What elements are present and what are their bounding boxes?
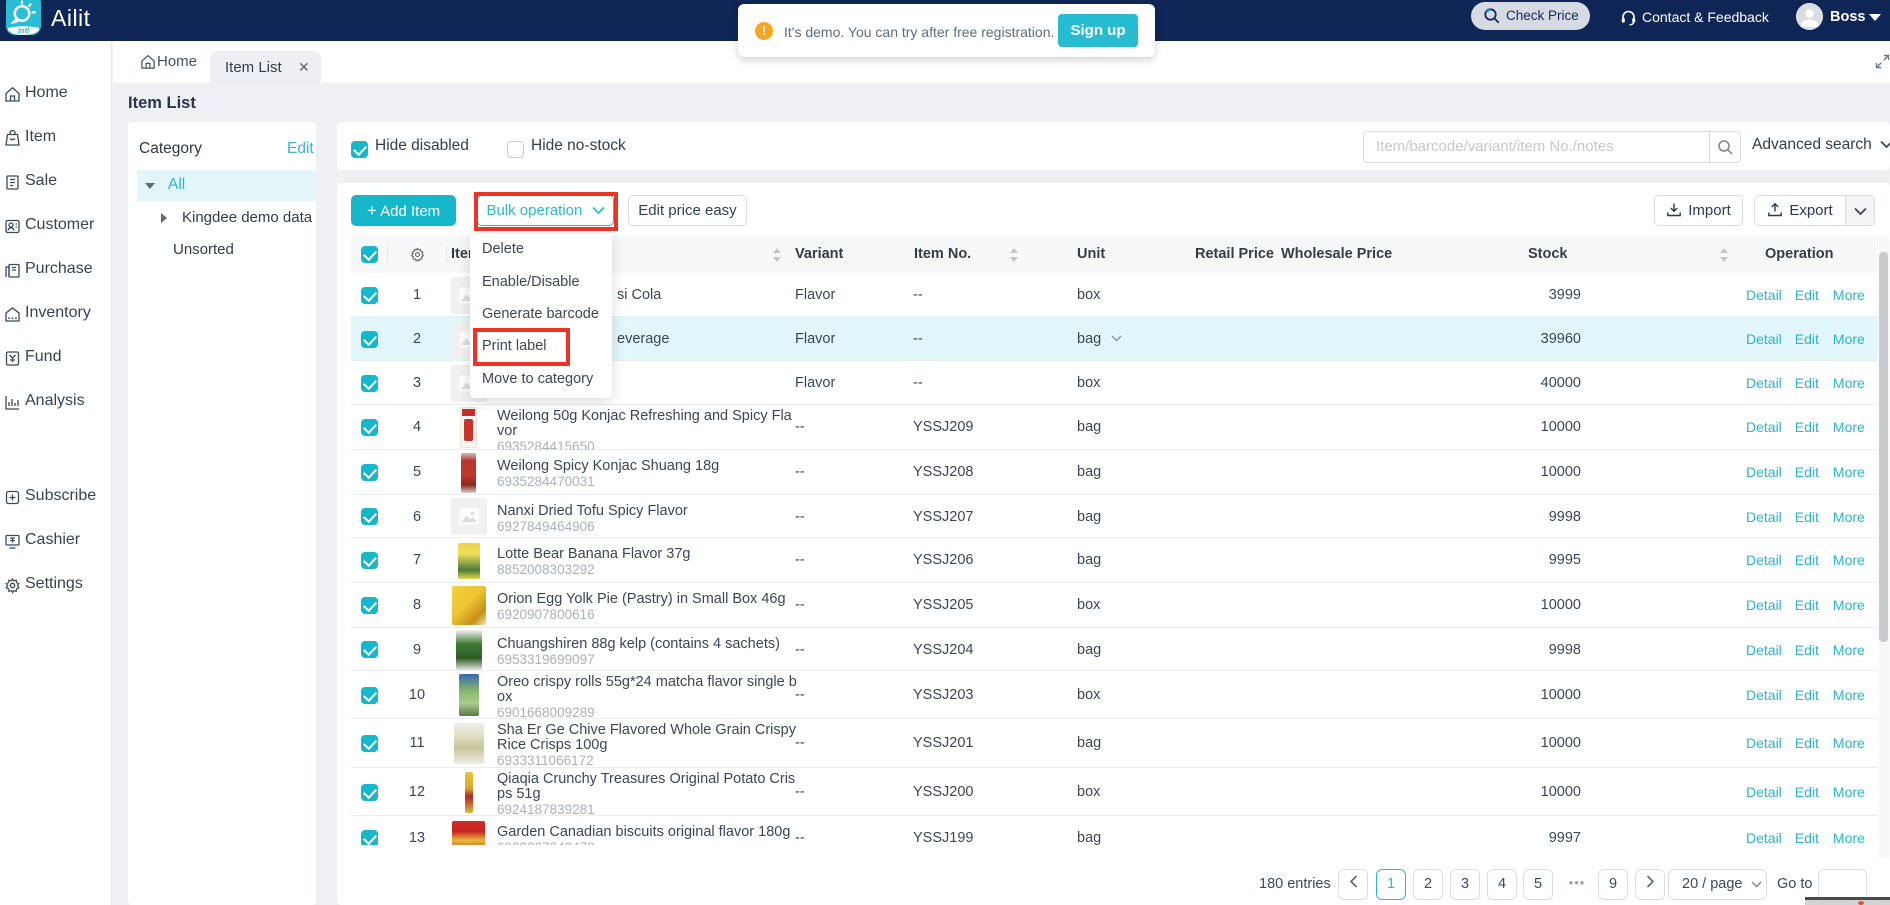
svg-text:Intl: Intl (18, 26, 30, 35)
